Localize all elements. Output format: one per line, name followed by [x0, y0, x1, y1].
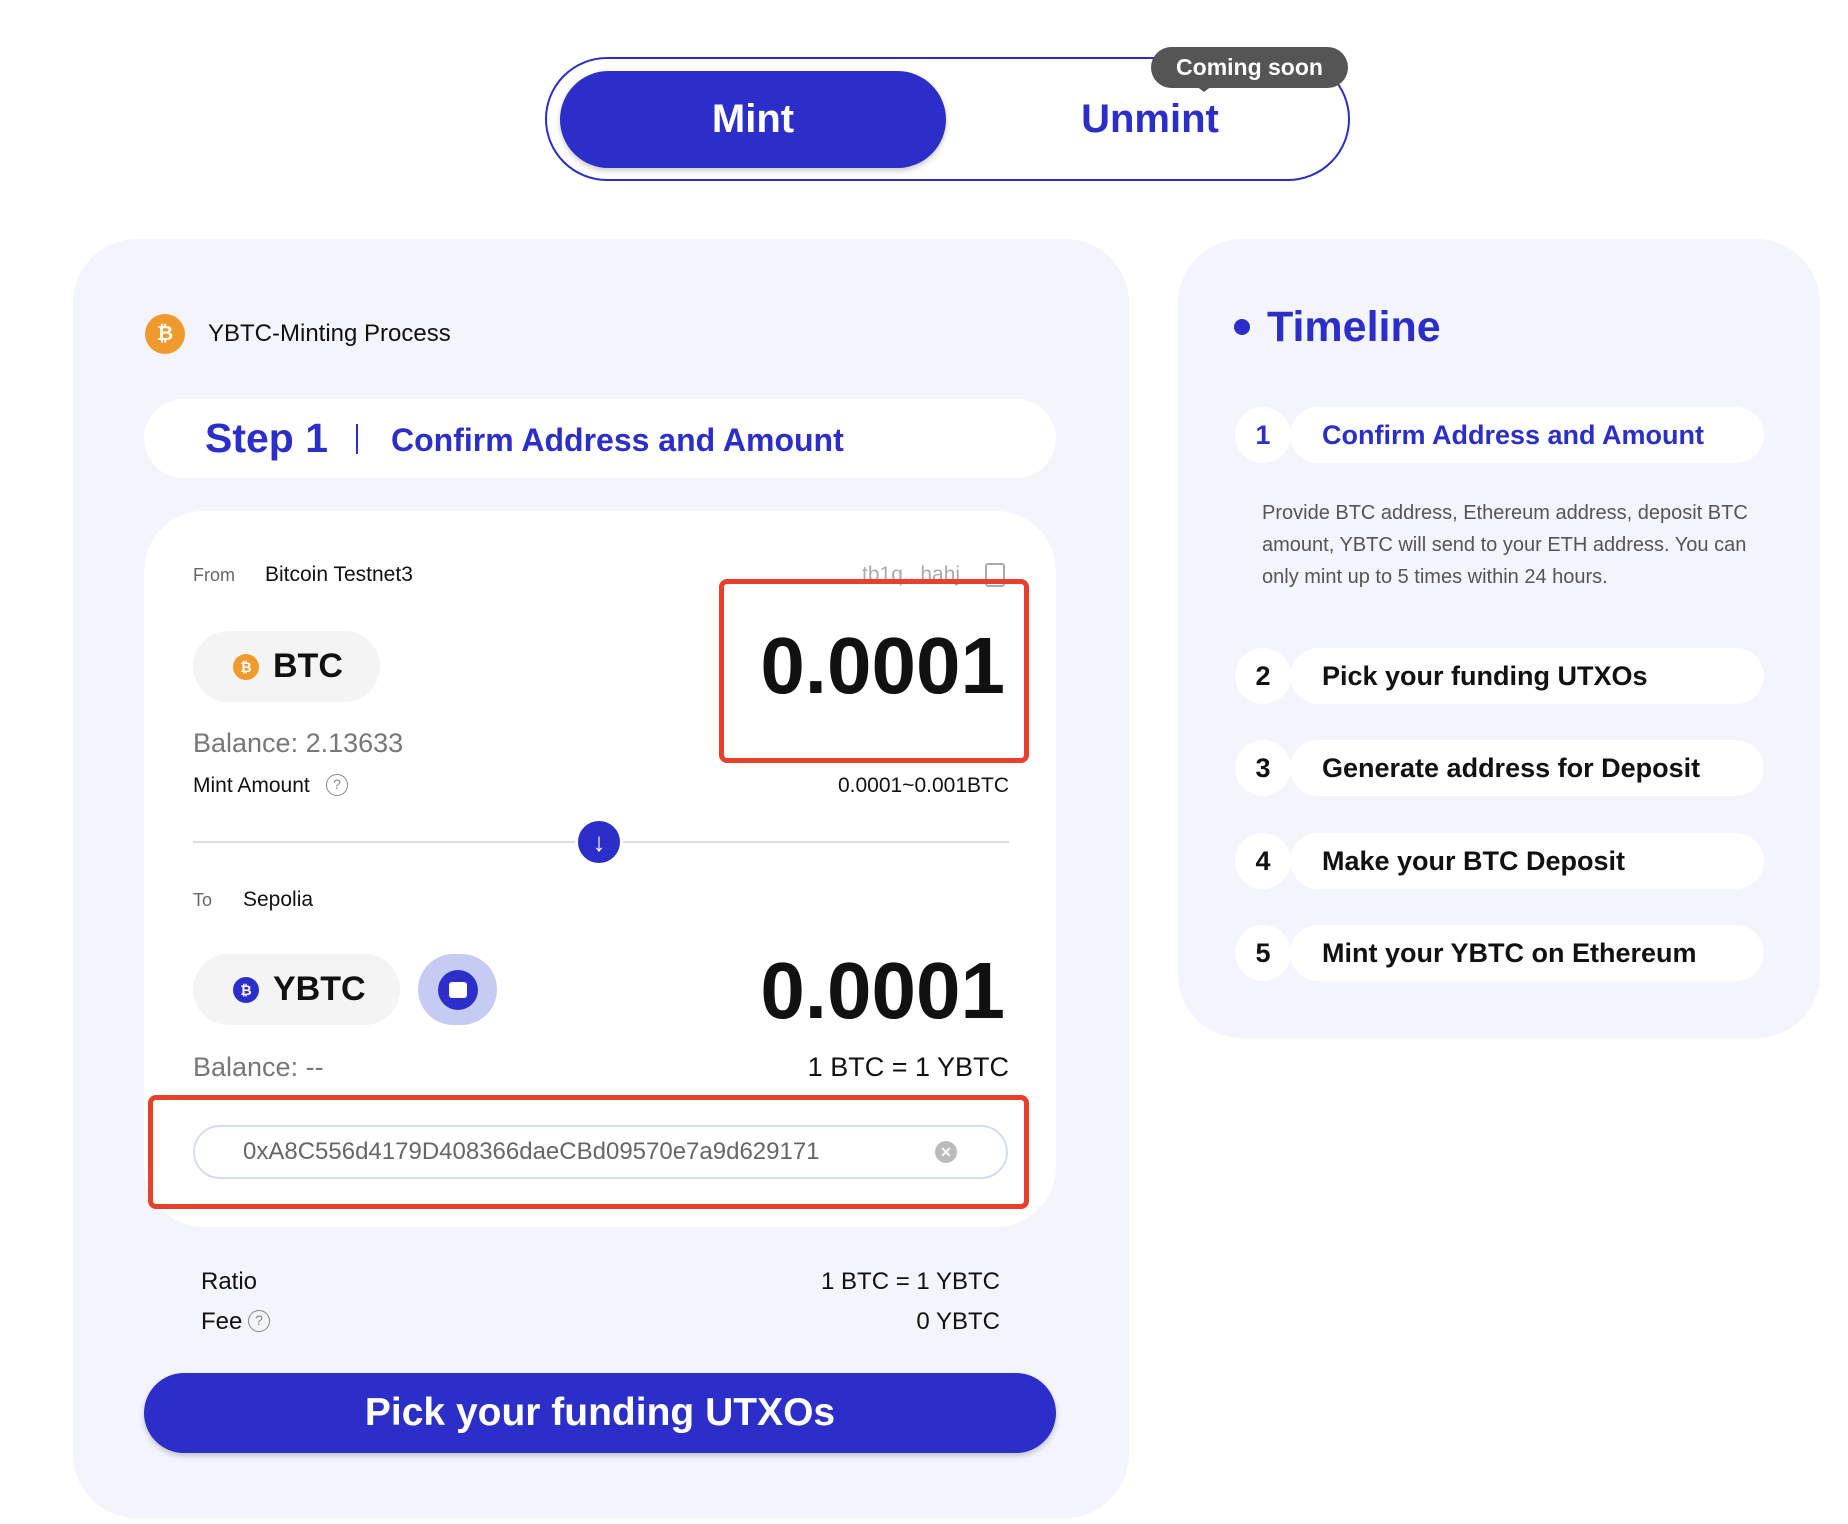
bitcoin-icon: ₿ — [233, 653, 259, 680]
ratio-label: Ratio — [201, 1268, 258, 1295]
btc-token-selector[interactable]: ₿ BTC — [193, 631, 380, 702]
timeline-title: Timeline — [1267, 303, 1441, 351]
ybtc-icon: ₿ — [233, 976, 259, 1003]
process-title: YBTC-Minting Process — [208, 320, 451, 347]
to-network: Sepolia — [243, 888, 314, 911]
timeline-step-number: 1 — [1235, 407, 1291, 463]
bullet-icon — [1234, 319, 1250, 335]
divider — [356, 424, 358, 454]
timeline-card — [1178, 239, 1820, 1038]
clear-icon[interactable]: ✕ — [935, 1141, 957, 1163]
timeline-step-4: Make your BTC Deposit — [1290, 833, 1764, 889]
to-label: To — [193, 890, 213, 910]
mint-amount-label: Mint Amount — [193, 774, 310, 797]
timeline-step-number: 2 — [1235, 648, 1291, 704]
tab-mint[interactable]: Mint — [560, 71, 946, 168]
help-icon[interactable]: ? — [248, 1310, 270, 1332]
timeline-step-number: 3 — [1235, 740, 1291, 796]
from-label: From — [193, 565, 235, 585]
timeline-step-5: Mint your YBTC on Ethereum — [1290, 925, 1764, 981]
receive-amount: 0.0001 — [760, 946, 1005, 1035]
from-network: Bitcoin Testnet3 — [265, 563, 413, 586]
ratio-value: 1 BTC = 1 YBTC — [821, 1268, 1000, 1295]
timeline-step-3: Generate address for Deposit — [1290, 740, 1764, 796]
pick-utxos-button[interactable]: Pick your funding UTXOs — [144, 1373, 1056, 1453]
bitcoin-icon: ₿ — [145, 314, 185, 354]
wallet-icon — [437, 969, 478, 1010]
help-icon[interactable]: ? — [326, 774, 348, 796]
arrow-down-icon[interactable]: ↓ — [575, 818, 623, 866]
token-label: YBTC — [273, 970, 366, 1008]
exchange-rate: 1 BTC = 1 YBTC — [807, 1052, 1009, 1082]
token-label: BTC — [273, 647, 343, 685]
coming-soon-badge: Coming soon — [1151, 47, 1348, 92]
amount-range: 0.0001~0.001BTC — [837, 774, 1009, 797]
eth-address-input[interactable]: 0xA8C556d4179D408366daeCBd09570e7a9d6291… — [193, 1125, 1008, 1179]
btc-balance: Balance: 2.13633 — [193, 728, 404, 758]
timeline-step-number: 5 — [1235, 925, 1291, 981]
timeline-step-number: 4 — [1235, 833, 1291, 889]
timeline-description: Provide BTC address, Ethereum address, d… — [1262, 502, 1748, 588]
step-number: Step 1 — [205, 415, 329, 461]
ybtc-balance: Balance: -- — [193, 1052, 324, 1082]
fee-label: Fee — [201, 1308, 243, 1335]
ybtc-token-selector[interactable]: ₿ YBTC — [193, 954, 400, 1025]
fee-value: 0 YBTC — [916, 1308, 1000, 1335]
timeline-step-1: Confirm Address and Amount — [1290, 407, 1764, 463]
step-title: Confirm Address and Amount — [391, 422, 844, 458]
wallet-button[interactable] — [418, 954, 497, 1025]
timeline-step-2: Pick your funding UTXOs — [1290, 648, 1764, 704]
mint-amount-input[interactable]: 0.0001 — [605, 620, 1005, 712]
eth-address-value: 0xA8C556d4179D408366daeCBd09570e7a9d6291… — [243, 1138, 820, 1165]
